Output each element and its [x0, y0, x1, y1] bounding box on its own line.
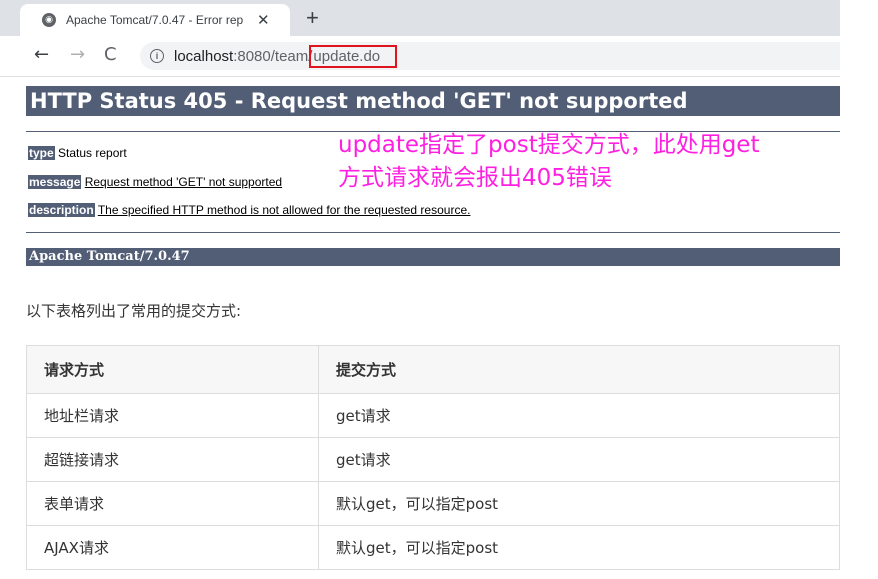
message-value: Request method 'GET' not supported: [84, 175, 283, 189]
close-tab-icon[interactable]: ✕: [257, 11, 270, 29]
annotation-note: update指定了post提交方式，此处用get 方式请求就会报出405错误: [338, 129, 759, 195]
table-cell: AJAX请求: [26, 525, 319, 570]
reload-button[interactable]: C: [104, 44, 117, 65]
address-bar[interactable]: i localhost:8080/team/update.do: [140, 42, 840, 70]
table-row: 表单请求 默认get，可以指定post: [26, 481, 840, 526]
browser-toolbar: ← → C i localhost:8080/team/update.do: [0, 36, 840, 77]
description-label: description: [28, 203, 95, 217]
tab-title: Apache Tomcat/7.0.47 - Error rep: [66, 13, 244, 27]
url-highlighted-segment: update.do: [309, 44, 398, 68]
description-value: The specified HTTP method is not allowed…: [97, 203, 471, 217]
error-heading: HTTP Status 405 - Request method 'GET' n…: [26, 86, 840, 116]
submit-methods-table: 请求方式 提交方式 地址栏请求 get请求 超链接请求 get请求 表单请求 默…: [26, 345, 840, 570]
column-header: 提交方式: [318, 345, 840, 394]
type-label: type: [28, 146, 55, 160]
table-cell: 默认get，可以指定post: [318, 525, 840, 570]
back-button[interactable]: ←: [34, 44, 49, 65]
table-header-row: 请求方式 提交方式: [26, 345, 840, 394]
intro-text: 以下表格列出了常用的提交方式:: [26, 302, 242, 320]
annotation-line-1: update指定了post提交方式，此处用get: [338, 132, 760, 158]
table-cell: get请求: [318, 393, 840, 438]
url-path: :8080/team/: [233, 47, 313, 65]
server-footer: Apache Tomcat/7.0.47: [26, 248, 840, 266]
type-value: Status report: [58, 146, 127, 160]
new-tab-button[interactable]: +: [306, 5, 319, 31]
globe-icon: ◉: [42, 13, 56, 27]
message-label: message: [28, 175, 82, 189]
divider: [26, 232, 840, 233]
error-description-line: description The specified HTTP method is…: [28, 203, 470, 217]
table-row: 超链接请求 get请求: [26, 437, 840, 482]
error-message-line: message Request method 'GET' not support…: [28, 175, 282, 189]
info-icon[interactable]: i: [150, 49, 164, 63]
table-cell: 超链接请求: [26, 437, 319, 482]
column-header: 请求方式: [26, 345, 319, 394]
table-row: 地址栏请求 get请求: [26, 393, 840, 438]
annotation-line-2: 方式请求就会报出405错误: [338, 165, 612, 191]
table-row: AJAX请求 默认get，可以指定post: [26, 525, 840, 570]
url-host: localhost: [174, 47, 234, 65]
table-cell: 表单请求: [26, 481, 319, 526]
table-cell: 地址栏请求: [26, 393, 319, 438]
browser-tab[interactable]: ◉ Apache Tomcat/7.0.47 - Error rep ✕: [20, 4, 290, 36]
table-cell: 默认get，可以指定post: [318, 481, 840, 526]
url-text[interactable]: localhost:8080/team/update.do: [174, 44, 398, 68]
error-type-line: type Status report: [28, 146, 127, 160]
table-cell: get请求: [318, 437, 840, 482]
tab-strip: ◉ Apache Tomcat/7.0.47 - Error rep ✕ +: [0, 0, 840, 36]
forward-button[interactable]: →: [70, 44, 85, 65]
